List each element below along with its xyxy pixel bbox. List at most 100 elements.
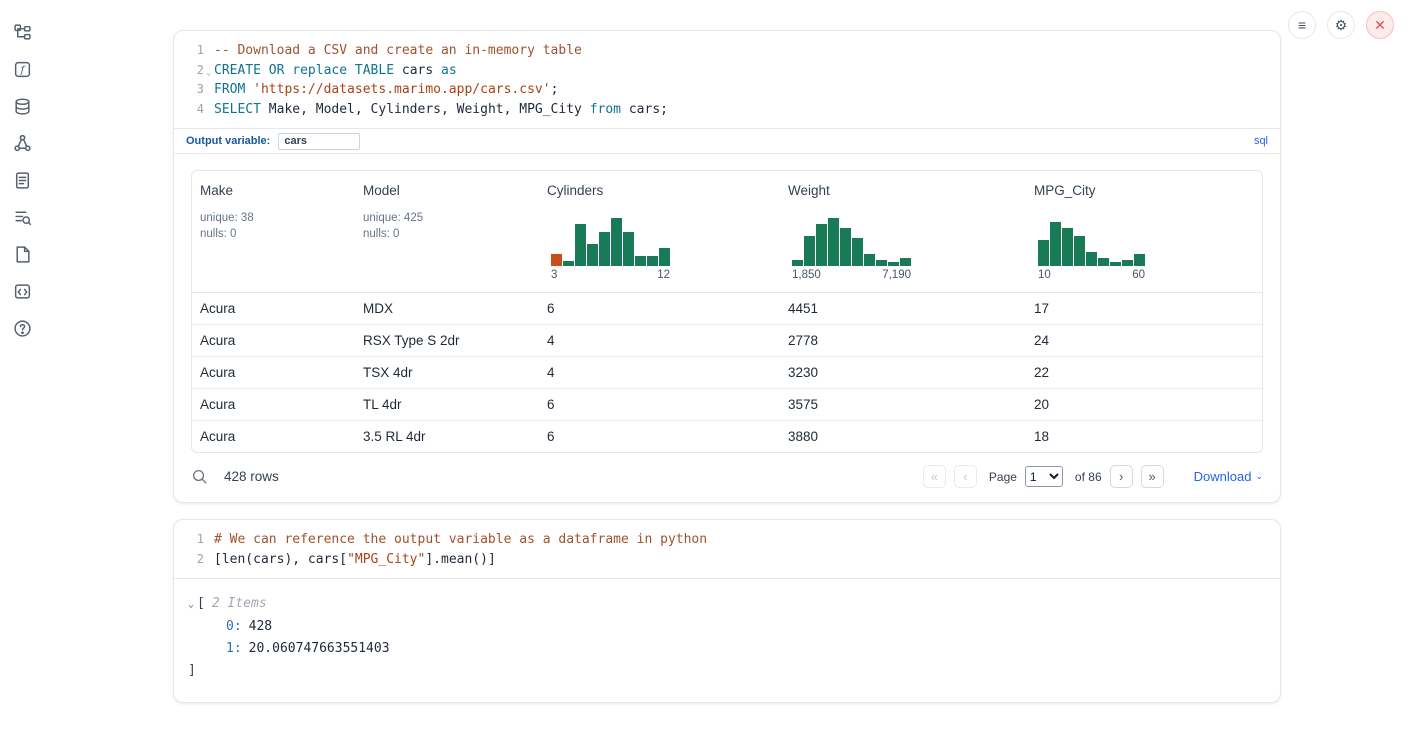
histogram-bar xyxy=(792,260,803,266)
histogram-bar xyxy=(575,224,586,266)
histogram-bar xyxy=(852,238,863,266)
code-line: 1# We can reference the output variable … xyxy=(174,530,1280,550)
table-cell: 4 xyxy=(539,325,780,356)
histogram-bar xyxy=(828,218,839,266)
table-cell: 3575 xyxy=(780,389,1026,420)
histogram-bar xyxy=(864,254,875,266)
table-cell: 6 xyxy=(539,293,780,324)
table-cell: TSX 4dr xyxy=(355,357,539,388)
line-number: 2⌄ xyxy=(174,61,204,81)
output-variable-row: Output variable: sql xyxy=(174,128,1280,154)
fold-chevron-icon[interactable]: ⌄ xyxy=(206,64,211,84)
histogram-bar xyxy=(1098,258,1109,266)
code-line: 3FROM 'https://datasets.marimo.app/cars.… xyxy=(174,80,1280,100)
output-variable-input[interactable] xyxy=(278,133,360,150)
table-header: Make unique: 38 nulls: 0 Model unique: 4… xyxy=(192,171,1262,293)
histogram-bars xyxy=(792,218,911,266)
table-body: AcuraMDX6445117AcuraRSX Type S 2dr427782… xyxy=(192,293,1262,452)
next-page-button[interactable]: › xyxy=(1110,465,1133,488)
svg-text:f: f xyxy=(19,64,26,76)
page-total-label: of 86 xyxy=(1075,470,1102,484)
help-icon[interactable] xyxy=(12,318,32,338)
column-stats: unique: 38 nulls: 0 xyxy=(200,210,347,242)
table-cell: TL 4dr xyxy=(355,389,539,420)
table-cell: 6 xyxy=(539,421,780,452)
table-cell: Acura xyxy=(192,389,355,420)
download-label: Download xyxy=(1194,469,1252,484)
output-variable-label: Output variable: xyxy=(186,135,270,147)
logs-icon[interactable] xyxy=(12,207,32,227)
histogram-bar xyxy=(1110,262,1121,266)
prev-page-button[interactable]: ‹ xyxy=(954,465,977,488)
collapse-chevron-icon[interactable]: ⌄ xyxy=(188,594,194,616)
table-cell: Acura xyxy=(192,325,355,356)
histogram-bar xyxy=(611,218,622,266)
histogram-bar xyxy=(587,244,598,266)
documentation-icon[interactable] xyxy=(12,244,32,264)
axis-max: 7,190 xyxy=(882,269,911,281)
scratchpad-icon[interactable]: f xyxy=(12,59,32,79)
table-cell: 17 xyxy=(1026,293,1262,324)
line-number: 2 xyxy=(174,550,204,570)
download-button[interactable]: Download ⌄ xyxy=(1194,469,1263,484)
mpg-city-histogram: 10 60 xyxy=(1038,218,1145,281)
code-line: 1-- Download a CSV and create an in-memo… xyxy=(174,41,1280,61)
column-name: MPG_City xyxy=(1034,183,1254,198)
tree-entry: 1:20.060747663551403 xyxy=(188,638,1264,660)
histogram-bars xyxy=(551,218,670,266)
column-name: Cylinders xyxy=(547,183,772,198)
column-name: Weight xyxy=(788,183,1018,198)
line-number: 1 xyxy=(174,530,204,550)
dependency-graph-icon[interactable] xyxy=(12,133,32,153)
outline-icon[interactable] xyxy=(12,170,32,190)
table-cell: 4 xyxy=(539,357,780,388)
datasources-icon[interactable] xyxy=(12,96,32,116)
sql-cell: 1-- Download a CSV and create an in-memo… xyxy=(173,30,1281,503)
table-cell: 4451 xyxy=(780,293,1026,324)
histogram-bar xyxy=(635,256,646,266)
histogram-bar xyxy=(1074,236,1085,266)
python-code-editor[interactable]: 1# We can reference the output variable … xyxy=(174,520,1280,578)
column-name: Model xyxy=(363,183,531,198)
table-row: Acura3.5 RL 4dr6388018 xyxy=(192,420,1262,452)
table-cell: 3880 xyxy=(780,421,1026,452)
table-cell: 22 xyxy=(1026,357,1262,388)
close-bracket: ] xyxy=(188,660,1264,682)
top-right-controls: ≡ ⚙ ✕ xyxy=(1288,11,1394,39)
page-select[interactable]: 1 xyxy=(1025,466,1063,487)
table-cell: Acura xyxy=(192,293,355,324)
snippets-icon[interactable] xyxy=(12,281,32,301)
settings-gear-icon[interactable]: ⚙ xyxy=(1327,11,1355,39)
table-cell: 6 xyxy=(539,389,780,420)
last-page-button[interactable]: » xyxy=(1141,465,1164,488)
entry-value: 20.060747663551403 xyxy=(249,641,390,656)
first-page-button[interactable]: « xyxy=(923,465,946,488)
histogram-bar xyxy=(551,254,562,266)
histogram-bar xyxy=(840,228,851,266)
histogram-bar xyxy=(1038,240,1049,266)
column-header-model: Model unique: 425 nulls: 0 xyxy=(355,171,539,292)
entry-value: 428 xyxy=(249,619,272,634)
histogram-bar xyxy=(1122,260,1133,266)
column-header-make: Make unique: 38 nulls: 0 xyxy=(192,171,355,292)
file-explorer-icon[interactable] xyxy=(12,22,32,42)
items-count-label: 2 Items xyxy=(212,593,267,615)
histogram-bar xyxy=(816,224,827,266)
column-header-weight: Weight 1,850 7,190 xyxy=(780,171,1026,292)
column-name: Make xyxy=(200,183,347,198)
open-bracket: [ xyxy=(197,593,205,615)
shutdown-close-icon[interactable]: ✕ xyxy=(1366,11,1394,39)
menu-icon[interactable]: ≡ xyxy=(1288,11,1316,39)
axis-min: 3 xyxy=(551,269,557,281)
histogram-bar xyxy=(1134,254,1145,266)
table-row: AcuraMDX6445117 xyxy=(192,293,1262,324)
histogram-bar xyxy=(563,261,574,266)
search-icon[interactable] xyxy=(191,468,208,485)
code-line: 4SELECT Make, Model, Cylinders, Weight, … xyxy=(174,100,1280,120)
line-number: 4 xyxy=(174,100,204,120)
histogram-bar xyxy=(1062,228,1073,266)
axis-min: 1,850 xyxy=(792,269,821,281)
sql-code-editor[interactable]: 1-- Download a CSV and create an in-memo… xyxy=(174,31,1280,128)
table-row: AcuraTL 4dr6357520 xyxy=(192,388,1262,420)
column-stats: unique: 425 nulls: 0 xyxy=(363,210,531,242)
